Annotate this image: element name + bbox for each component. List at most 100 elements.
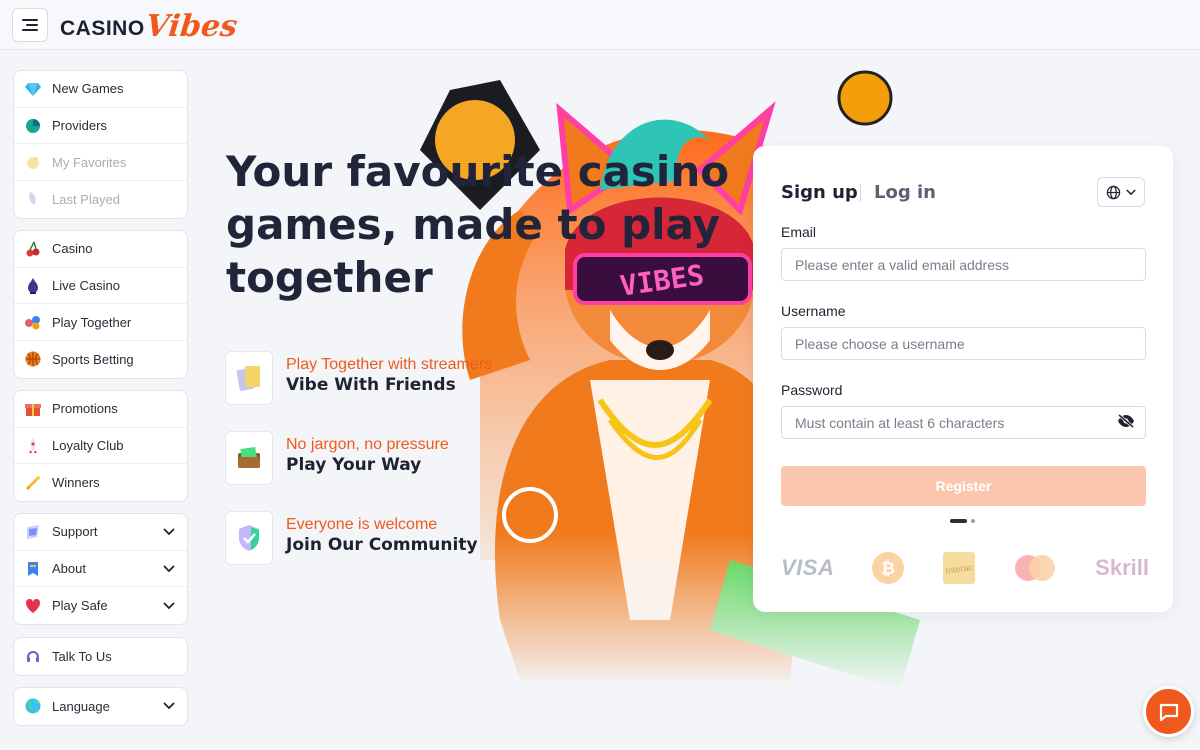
payment-methods: VISA ₿ Interac Skrill <box>781 548 1149 588</box>
feature-title: Vibe With Friends <box>286 375 456 395</box>
live-casino-icon <box>28 277 38 294</box>
feature-title: Join Our Community <box>286 535 478 555</box>
cherry-icon <box>26 241 40 257</box>
sidebar-item-label: About <box>52 561 86 577</box>
headset-icon <box>27 651 39 663</box>
sidebar-item-label: Providers <box>52 118 107 134</box>
sidebar-item-providers[interactable]: Providers <box>14 108 187 145</box>
tab-signup[interactable]: Sign up <box>781 182 858 203</box>
feature-subtitle: No jargon, no pressure <box>286 436 449 453</box>
feature-title: Play Your Way <box>286 455 422 475</box>
sidebar-item-label: Live Casino <box>52 278 120 294</box>
bitcoin-icon: ₿ <box>872 552 905 584</box>
support-icon <box>27 524 39 539</box>
tab-divider <box>860 184 861 202</box>
hero-title-line-3: together <box>226 253 433 302</box>
sidebar-item-label: Play Safe <box>52 598 108 614</box>
live-chat-button[interactable] <box>1143 686 1194 737</box>
password-field[interactable] <box>781 406 1146 439</box>
sidebar-group-games: New Games Providers My Favorites Last Pl… <box>13 70 188 219</box>
sidebar-item-last-played[interactable]: Last Played <box>14 181 187 218</box>
register-button[interactable]: Register <box>781 466 1146 506</box>
sidebar-item-label: Support <box>52 524 98 540</box>
sidebar-item-play-together[interactable]: Play Together <box>14 304 187 342</box>
info-icon <box>28 561 38 576</box>
chevron-down-icon <box>1126 188 1136 195</box>
sidebar-item-label: Promotions <box>52 401 118 417</box>
sidebar-item-label: Loyalty Club <box>52 438 124 454</box>
sidebar-group-language: Language <box>13 687 188 726</box>
sidebar-item-label: Sports Betting <box>52 351 134 367</box>
sidebar-item-new-games[interactable]: New Games <box>14 71 187 108</box>
diamond-icon <box>25 82 41 96</box>
signup-card: Sign up Log in Email Username Password R… <box>753 146 1173 612</box>
top-header: CASINO Vibes <box>0 0 1200 50</box>
carousel-dots <box>950 519 975 523</box>
feature-play-your-way: No jargon, no pressure Play Your Way <box>225 431 525 485</box>
sidebar-item-about[interactable]: About <box>14 551 187 588</box>
sidebar-item-label: New Games <box>52 81 124 97</box>
feature-join-our-community: Everyone is welcome Join Our Community <box>225 511 525 565</box>
tab-login[interactable]: Log in <box>874 182 936 203</box>
feature-subtitle: Everyone is welcome <box>286 516 438 533</box>
logo-vibes-text: Vibes <box>143 9 239 44</box>
carousel-dot-active[interactable] <box>950 519 967 523</box>
sidebar-item-promotions[interactable]: Promotions <box>14 391 187 428</box>
email-label: Email <box>781 224 817 240</box>
sidebar-group-talk: Talk To Us <box>13 637 188 676</box>
globe-icon <box>25 698 41 714</box>
skrill-logo: Skrill <box>1095 555 1149 580</box>
feature-vibe-with-friends: Play Together with streamers Vibe With F… <box>225 351 525 405</box>
play-together-icon <box>25 316 40 330</box>
sidebar-item-loyalty-club[interactable]: Loyalty Club <box>14 428 187 465</box>
trophy-icon <box>26 475 40 490</box>
sidebar-item-live-casino[interactable]: Live Casino <box>14 268 187 305</box>
sidebar-item-casino[interactable]: Casino <box>14 231 187 268</box>
feature-icon-box <box>225 511 273 565</box>
sidebar-item-sports-betting[interactable]: Sports Betting <box>14 341 187 378</box>
favorites-icon <box>27 156 39 170</box>
password-label: Password <box>781 382 843 398</box>
rocket-icon <box>29 437 37 453</box>
site-logo[interactable]: CASINO Vibes <box>60 6 239 44</box>
sidebar-item-label: Talk To Us <box>52 648 112 664</box>
sidebar-item-winners[interactable]: Winners <box>14 464 187 501</box>
eye-off-icon[interactable] <box>1117 414 1135 428</box>
wallet-icon <box>238 446 260 468</box>
sidebar-item-talk-to-us[interactable]: Talk To Us <box>14 638 187 675</box>
sidebar-item-label: Winners <box>52 475 100 491</box>
chevron-down-icon <box>163 564 175 572</box>
interac-icon: Interac <box>942 552 975 584</box>
sidebar-item-language[interactable]: Language <box>14 688 187 725</box>
sidebar-item-support[interactable]: Support <box>14 514 187 551</box>
chat-bubble-icon <box>1159 703 1178 721</box>
sidebar-group-info: Support About Play Safe <box>13 513 188 626</box>
chevron-down-icon <box>163 702 175 710</box>
sidebar-item-label: Play Together <box>52 314 132 330</box>
carousel-dot[interactable] <box>971 519 975 523</box>
menu-button[interactable] <box>12 8 48 42</box>
sidebar-item-my-favorites[interactable]: My Favorites <box>14 144 187 182</box>
mastercard-icon <box>1015 555 1056 581</box>
hamburger-menu-icon <box>22 19 38 31</box>
logo-casino-text: CASINO <box>60 17 145 40</box>
globe-icon <box>1106 185 1121 199</box>
heart-icon <box>25 598 41 613</box>
feature-icon-box <box>225 431 273 485</box>
chevron-down-icon <box>163 528 175 536</box>
history-icon <box>29 192 36 206</box>
email-field[interactable] <box>781 248 1146 281</box>
svg-text:₿: ₿ <box>881 559 895 579</box>
visa-logo: VISA <box>781 555 835 580</box>
hero-title: Your favourite casino games, made to pla… <box>226 145 746 304</box>
sidebar-item-label: Language <box>52 698 110 714</box>
feature-subtitle: Play Together with streamers <box>286 356 493 373</box>
username-field[interactable] <box>781 327 1146 360</box>
username-label: Username <box>781 303 846 319</box>
sidebar-item-play-safe[interactable]: Play Safe <box>14 587 187 624</box>
feature-icon-box <box>225 351 273 405</box>
cards-icon <box>236 366 260 391</box>
language-select-button[interactable] <box>1097 177 1145 207</box>
basketball-icon <box>25 351 41 367</box>
providers-icon <box>26 118 40 133</box>
